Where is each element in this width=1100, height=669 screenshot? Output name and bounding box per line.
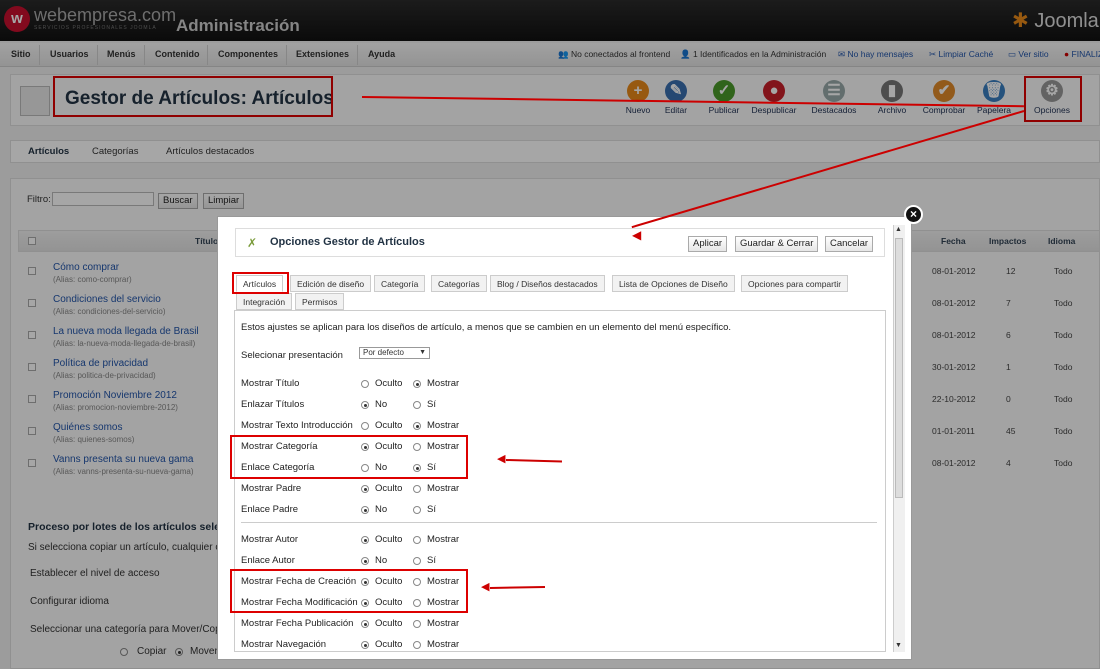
cancel-button[interactable]: Cancelar [825,236,874,252]
option-radio-b-label: Sí [427,399,436,410]
option-label: Mostrar Fecha Publicación [241,618,354,629]
panel-description: Estos ajustes se aplican para los diseño… [241,322,732,333]
option-radio-a[interactable] [361,557,369,565]
option-radio-a[interactable] [361,620,369,628]
option-label: Mostrar Padre [241,483,302,494]
option-radio-a[interactable] [361,641,369,649]
option-radio-b[interactable] [413,401,421,409]
option-radio-a-label: No [375,399,388,410]
option-radio-b-label: Mostrar [427,534,460,545]
option-radio-a[interactable] [361,536,369,544]
close-icon[interactable]: × [904,205,923,224]
modal-tab[interactable]: Categorías [431,275,487,292]
section-divider [241,522,877,523]
option-radio-b-label: Mostrar [427,483,460,494]
modal-scroll-thumb[interactable] [895,238,903,498]
option-radio-b-label: Mostrar [427,378,460,389]
option-radio-b[interactable] [413,557,421,565]
option-label: Enlace Autor [241,555,295,566]
option-radio-b-label: Mostrar [427,618,460,629]
option-radio-a-label: Oculto [375,618,403,629]
presentation-label: Selecionar presentación [241,350,343,361]
modal-tab[interactable]: Integración [236,293,293,310]
option-radio-a-label: Oculto [375,483,403,494]
option-radio-b-label: Mostrar [427,639,460,650]
option-radio-a-label: Oculto [375,639,403,650]
arrowhead-icon: ◀ [632,228,642,242]
option-label: Mostrar Navegación [241,639,327,650]
option-radio-b[interactable] [413,380,421,388]
modal-tab[interactable]: Blog / Diseños destacados [490,275,605,292]
option-radio-b[interactable] [413,536,421,544]
option-label: Enlace Padre [241,504,299,515]
option-label: Mostrar Autor [241,534,299,545]
option-radio-b[interactable] [413,422,421,430]
option-radio-a-label: Oculto [375,534,403,545]
option-radio-b-label: Sí [427,504,436,515]
option-label: Mostrar Texto Introducción [241,420,353,431]
option-radio-a[interactable] [361,380,369,388]
option-label: Mostrar Título [241,378,300,389]
modal-tab[interactable]: Edición de diseño [290,275,372,292]
modal-tab[interactable]: Lista de Opciones de Diseño [612,275,735,292]
arrowhead-icon: ◀ [481,581,490,593]
dates-highlight-box [230,569,468,613]
option-radio-a[interactable] [361,401,369,409]
option-radio-a-label: Oculto [375,378,403,389]
modal-tab[interactable]: Opciones para compartir [741,275,849,292]
apply-button[interactable]: Aplicar [688,236,728,252]
option-radio-a[interactable] [361,422,369,430]
arrowhead-icon: ◀ [497,453,506,465]
option-radio-a-label: Oculto [375,420,403,431]
option-radio-a-label: No [375,504,388,515]
option-radio-b-label: Sí [427,555,436,566]
option-radio-a-label: No [375,555,388,566]
modal-title: Opciones Gestor de Artículos [270,236,425,248]
scroll-down-icon[interactable]: ▼ [895,642,902,649]
option-label: Enlazar Títulos [241,399,305,410]
option-radio-b[interactable] [413,506,421,514]
option-radio-a[interactable] [361,485,369,493]
option-radio-b[interactable] [413,620,421,628]
option-radio-a[interactable] [361,506,369,514]
modal-tab[interactable]: Categoría [374,275,426,292]
tools-icon: ✗ [247,236,258,250]
option-radio-b[interactable] [413,641,421,649]
option-radio-b[interactable] [413,485,421,493]
option-radio-b-label: Mostrar [427,420,460,431]
save-close-button[interactable]: Guardar & Cerrar [735,236,819,252]
modal-tab[interactable]: Permisos [295,293,345,310]
presentation-select[interactable]: Por defecto ▼ [359,347,430,359]
category-highlight-box [230,435,468,479]
tab-highlight-box [232,272,289,294]
scroll-up-icon[interactable]: ▲ [895,226,902,233]
